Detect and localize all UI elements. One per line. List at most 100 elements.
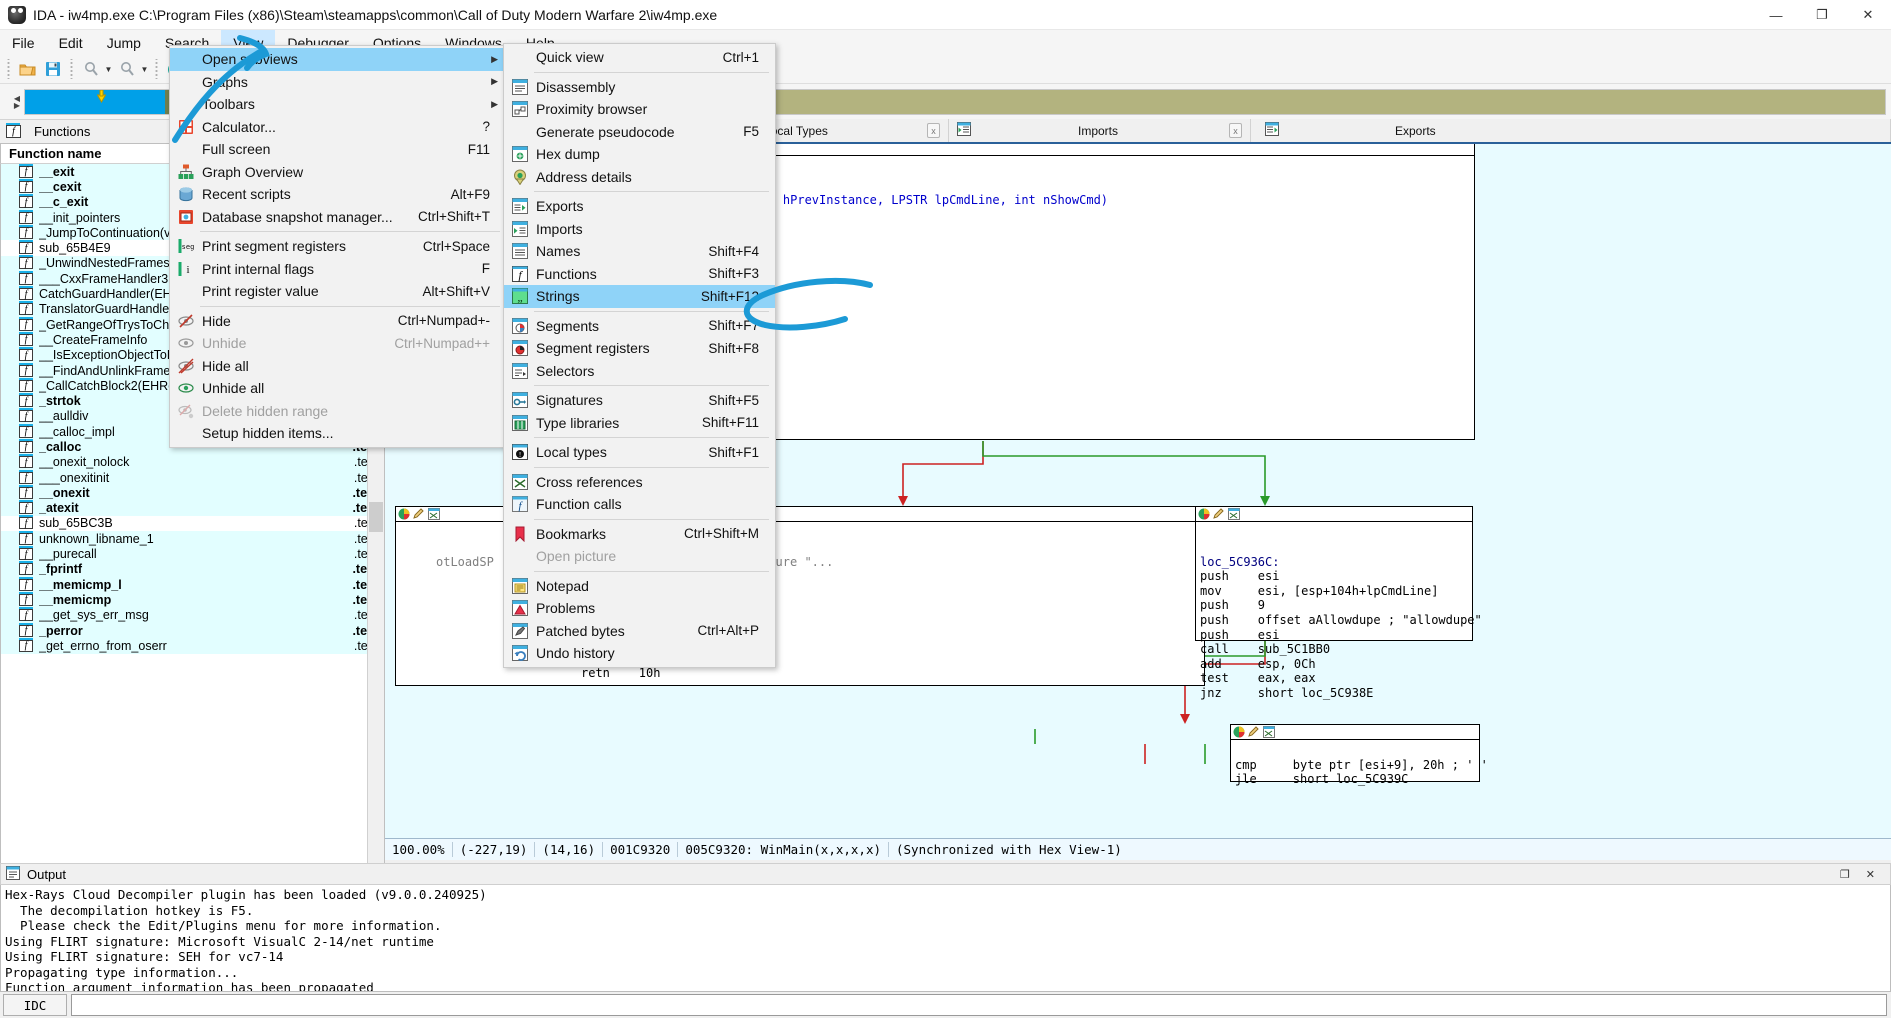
function-list-row[interactable]: f unknown_libname_1 .tex bbox=[1, 530, 384, 547]
subviews-menu-item-segment-registers[interactable]: Segment registers Shift+F8 bbox=[504, 337, 775, 360]
subviews-menu-item-disassembly[interactable]: Disassembly bbox=[504, 76, 775, 99]
view-menu-item-unhide-all[interactable]: Unhide all bbox=[170, 377, 506, 400]
subviews-menu-item-address-details[interactable]: Address details bbox=[504, 166, 775, 189]
subviews-menu-item-exports[interactable]: Exports bbox=[504, 195, 775, 218]
subviews-menu-item-problems[interactable]: Problems bbox=[504, 597, 775, 620]
forward-nav-icon[interactable] bbox=[115, 58, 138, 81]
function-list-row[interactable]: f _atexit .tex bbox=[1, 500, 384, 516]
function-list-row[interactable]: f _fprintf .tex bbox=[1, 561, 384, 578]
block-edit-icon[interactable] bbox=[1213, 508, 1225, 520]
view-menu-item-hide-all[interactable]: Hide all bbox=[170, 355, 506, 378]
nav-arrows-icon[interactable]: ◀ ▶ bbox=[10, 94, 24, 109]
view-menu-item-toolbars[interactable]: Toolbars ▶ bbox=[170, 93, 506, 116]
view-menu-item-graph-overview[interactable]: Graph Overview bbox=[170, 161, 506, 184]
toolbar-grip-3[interactable] bbox=[153, 59, 160, 79]
view-menu-item-calculator[interactable]: Calculator...? bbox=[170, 116, 506, 139]
block-color-icon[interactable] bbox=[1198, 508, 1210, 520]
output-log[interactable]: Hex-Rays Cloud Decompiler plugin has bee… bbox=[0, 885, 1891, 992]
open-file-icon[interactable] bbox=[16, 58, 39, 81]
tab-imports-close[interactable]: x bbox=[1228, 123, 1242, 138]
view-menu-item-full-screen[interactable]: Full screen F11 bbox=[170, 138, 506, 161]
subviews-menu-item-quick-view[interactable]: Quick view Ctrl+1 bbox=[504, 46, 775, 69]
disassembly-icon bbox=[508, 78, 532, 95]
function-list-row[interactable]: f _perror .tex bbox=[1, 622, 384, 639]
functions-scroll-thumb[interactable] bbox=[369, 502, 383, 532]
subviews-menu-item-imports[interactable]: Imports bbox=[504, 218, 775, 241]
save-file-icon[interactable] bbox=[41, 58, 64, 81]
function-list-row[interactable]: f _get_errno_from_oserr .tex bbox=[1, 637, 384, 654]
subviews-menu-item-function-calls[interactable]: f Function calls bbox=[504, 493, 775, 516]
subviews-menu-item-generate-pseudocode[interactable]: Generate pseudocode F5 bbox=[504, 121, 775, 144]
function-list-row[interactable]: f __memicmp .tex bbox=[1, 591, 384, 608]
view-menu-item-setup-hidden-items[interactable]: Setup hidden items... bbox=[170, 422, 506, 445]
subviews-menu-item-selectors[interactable]: Selectors bbox=[504, 360, 775, 383]
output-restore-button[interactable]: ❐ bbox=[1840, 868, 1850, 881]
toolbar-grip-2[interactable] bbox=[68, 59, 75, 79]
graph-block-loc5c936c[interactable]: loc_5C936C: push esi mov esi, [esp+104h+… bbox=[1195, 506, 1482, 700]
back-nav-icon[interactable] bbox=[79, 58, 102, 81]
toolbar-grip[interactable] bbox=[5, 59, 12, 79]
block-color-icon[interactable] bbox=[1233, 726, 1245, 738]
view-menu-item-database-snapshot-manager[interactable]: Database snapshot manager... Ctrl+Shift+T bbox=[170, 206, 506, 229]
subviews-menu-item-strings[interactable]: „ Strings Shift+F12 bbox=[504, 285, 775, 308]
subviews-menu-item-functions[interactable]: f Functions Shift+F3 bbox=[504, 263, 775, 286]
tab-local-types-close[interactable]: x bbox=[926, 123, 940, 138]
function-list-row[interactable]: f __onexit_nolock .tex bbox=[1, 454, 384, 470]
view-menu-item-hide[interactable]: Hide Ctrl+Numpad+- bbox=[170, 310, 506, 333]
function-item-icon: f bbox=[19, 408, 33, 423]
block-xrefs-icon[interactable] bbox=[428, 508, 440, 520]
subviews-menu-item-bookmarks[interactable]: Bookmarks Ctrl+Shift+M bbox=[504, 523, 775, 546]
function-list-row[interactable]: f __memicmp_l .tex bbox=[1, 576, 384, 593]
view-menu-item-recent-scripts[interactable]: Recent scripts Alt+F9 bbox=[170, 183, 506, 206]
subviews-menu-item-type-libraries[interactable]: Type libraries Shift+F11 bbox=[504, 412, 775, 435]
subviews-menu-item-local-types[interactable]: ! Local types Shift+F1 bbox=[504, 441, 775, 464]
function-item-icon: f bbox=[19, 607, 33, 622]
maximize-button[interactable]: ❐ bbox=[1799, 0, 1845, 30]
tab-exports[interactable]: Exports bbox=[1251, 119, 1891, 142]
subviews-menu-item-proximity-browser[interactable]: Proximity browser bbox=[504, 98, 775, 121]
idc-mode-button[interactable]: IDC bbox=[3, 994, 67, 1016]
view-menu-item-print-segment-registers[interactable]: seg Print segment registers Ctrl+Space bbox=[170, 235, 506, 258]
local-types-icon: ! bbox=[508, 444, 532, 461]
menu-jump[interactable]: Jump bbox=[95, 30, 153, 55]
view-menu-item-print-register-value[interactable]: Print register value Alt+Shift+V bbox=[170, 280, 506, 303]
view-menu-item-open-subviews[interactable]: Open subviews ▶ bbox=[170, 48, 506, 71]
graph-block-cmp[interactable]: cmp byte ptr [esi+9], 20h ; ' ' jle shor… bbox=[1230, 724, 1488, 786]
loc5c936c-line-6: call sub_5C1BB0 bbox=[1200, 642, 1331, 657]
menu-file[interactable]: File bbox=[0, 30, 47, 55]
view-dropdown-menu[interactable]: Open subviews ▶ Graphs ▶ Toolbars ▶ Calculator… bbox=[169, 45, 507, 448]
block-edit-icon[interactable] bbox=[413, 508, 425, 520]
open-subviews-submenu[interactable]: Quick view Ctrl+1 Disassembly Proximity bro… bbox=[503, 43, 776, 668]
output-titlebar: Output ❐ ✕ bbox=[0, 863, 1891, 885]
snapshot-icon bbox=[174, 209, 198, 225]
function-list-row[interactable]: f sub_65BC3B .tex bbox=[1, 515, 384, 532]
block-xrefs-icon[interactable] bbox=[1263, 726, 1275, 738]
idc-command-input[interactable] bbox=[71, 994, 1887, 1016]
loc5c936c-line-0: loc_5C936C: bbox=[1200, 554, 1280, 569]
block-edit-icon[interactable] bbox=[1248, 726, 1260, 738]
view-menu-item-print-internal-flags[interactable]: i Print internal flags F bbox=[170, 258, 506, 281]
subviews-menu-item-patched-bytes[interactable]: Patched bytes Ctrl+Alt+P bbox=[504, 620, 775, 643]
subviews-menu-item-names[interactable]: Names Shift+F4 bbox=[504, 240, 775, 263]
forward-dropdown-icon[interactable]: ▼ bbox=[139, 58, 150, 81]
back-dropdown-icon[interactable]: ▼ bbox=[103, 58, 114, 81]
function-list-row[interactable]: f __get_sys_err_msg .tex bbox=[1, 607, 384, 623]
subviews-menu-item-segments[interactable]: Segments Shift+F7 bbox=[504, 315, 775, 338]
block-xrefs-icon[interactable] bbox=[1228, 508, 1240, 520]
function-list-row[interactable]: f __onexit .tex bbox=[1, 484, 384, 501]
subviews-menu-item-signatures[interactable]: Signatures Shift+F5 bbox=[504, 389, 775, 412]
function-list-row[interactable]: f __purecall .tex bbox=[1, 546, 384, 562]
tab-imports[interactable]: Imports x bbox=[949, 119, 1251, 142]
function-list-row[interactable]: f ___onexitinit .tex bbox=[1, 469, 384, 486]
close-button[interactable]: ✕ bbox=[1845, 0, 1891, 30]
view-menu-item-graphs[interactable]: Graphs ▶ bbox=[170, 71, 506, 94]
output-close-button[interactable]: ✕ bbox=[1866, 868, 1875, 881]
menu-edit[interactable]: Edit bbox=[47, 30, 95, 55]
subviews-menu-item-cross-references[interactable]: Cross references bbox=[504, 471, 775, 494]
subviews-menu-item-hex-dump[interactable]: Hex dump bbox=[504, 143, 775, 166]
minimize-button[interactable]: — bbox=[1753, 0, 1799, 30]
subviews-menu-item-undo-history[interactable]: Undo history bbox=[504, 642, 775, 665]
view-menu-item-print-internal-flags-label: Print internal flags bbox=[202, 260, 315, 277]
subviews-menu-item-notepad[interactable]: Notepad bbox=[504, 575, 775, 598]
block-color-icon[interactable] bbox=[398, 508, 410, 520]
